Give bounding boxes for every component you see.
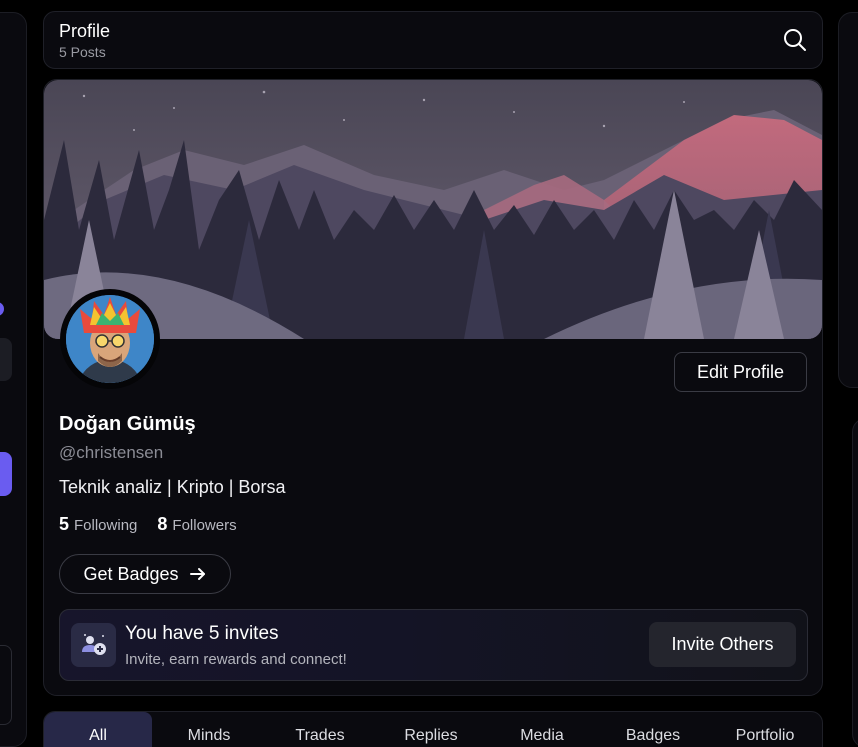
following-count[interactable]: 5 [59,514,69,535]
invite-others-button[interactable]: Invite Others [649,622,796,667]
profile-handle: @christensen [59,443,164,462]
tab-minds[interactable]: Minds [155,712,263,747]
profile-bio: Teknik analiz | Kripto | Borsa [59,477,286,497]
search-button[interactable] [782,27,808,53]
right-panel-lower [852,418,858,747]
profile-card: Edit Profile Doğan Gümüş @christensen Te… [43,79,823,696]
arrow-right-icon [189,568,205,580]
invite-users-icon [71,623,116,667]
tab-portfolio[interactable]: Portfolio [711,712,819,747]
profile-banner [44,80,822,339]
get-badges-label: Get Badges [83,563,179,584]
followers-count[interactable]: 8 [157,514,167,535]
post-count: 5 Posts [59,44,106,60]
tab-trades[interactable]: Trades [266,712,374,747]
tab-replies[interactable]: Replies [377,712,485,747]
left-sidebar-primary-button[interactable] [0,452,12,496]
get-badges-button[interactable]: Get Badges [59,554,231,594]
profile-header: Profile 5 Posts [43,11,823,69]
left-sidebar-card [0,645,12,725]
profile-tabs: All Minds Trades Replies Media Badges Po… [43,711,823,747]
edit-profile-button[interactable]: Edit Profile [674,352,807,392]
profile-name: Doğan Gümüş [59,413,196,435]
right-panel [838,12,858,388]
invite-title: You have 5 invites [125,623,279,644]
tab-all[interactable]: All [44,712,152,747]
invite-subtitle: Invite, earn rewards and connect! [125,651,347,668]
page-title: Profile [59,21,111,41]
avatar[interactable] [60,289,160,389]
tab-media[interactable]: Media [488,712,596,747]
following-label[interactable]: Following [74,517,137,534]
followers-label[interactable]: Followers [172,517,236,534]
invite-banner: You have 5 invites Invite, earn rewards … [59,609,808,681]
search-icon [784,29,806,51]
follow-stats: 5 Following 8 Followers [59,514,237,535]
left-sidebar-item[interactable] [0,338,12,381]
tab-badges[interactable]: Badges [599,712,707,747]
